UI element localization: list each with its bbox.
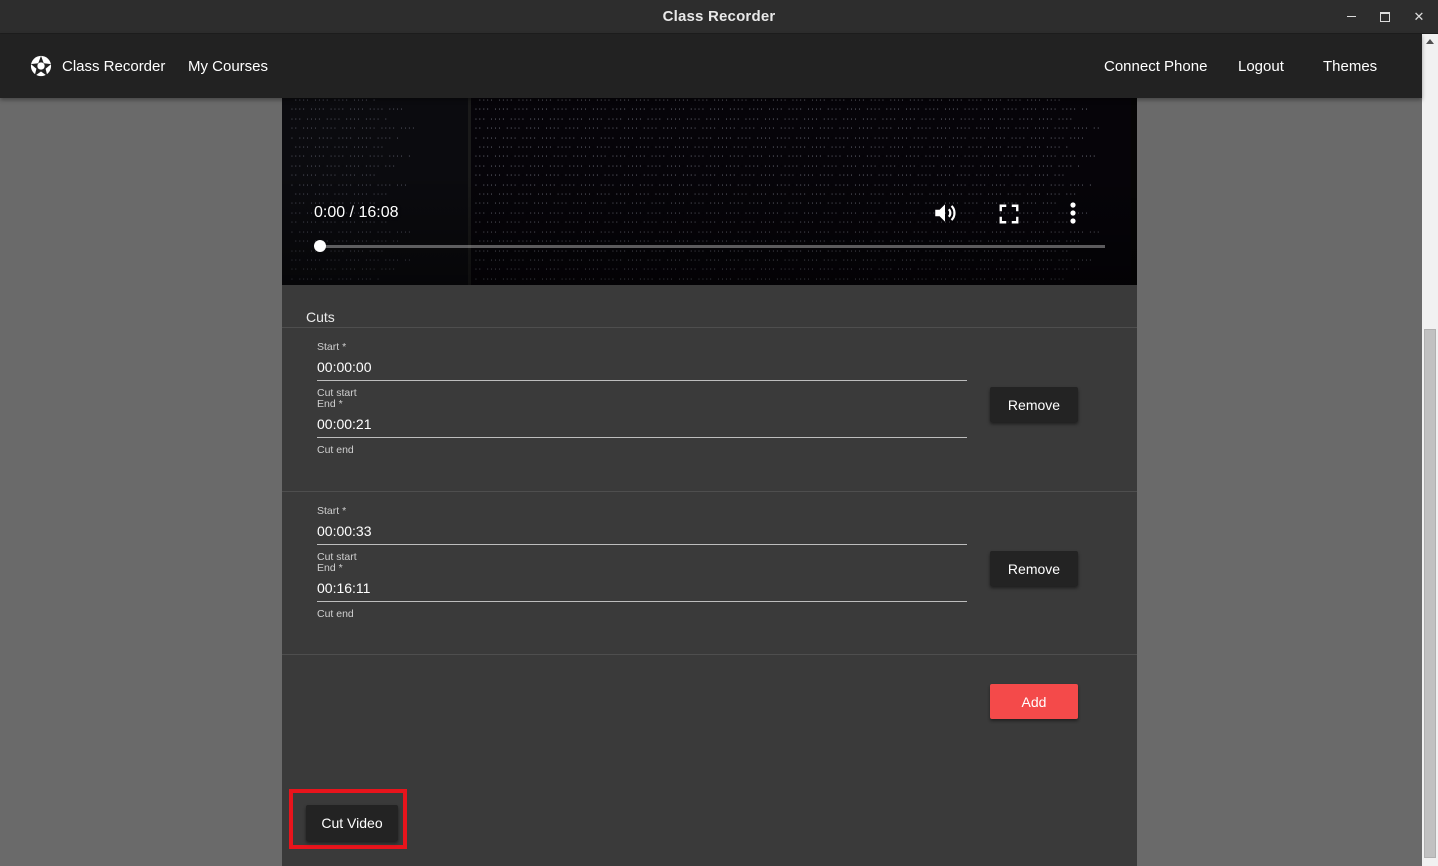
window-title: Class Recorder [662, 8, 776, 25]
scroll-thumb[interactable] [1424, 329, 1436, 858]
brand-label: Class Recorder [62, 57, 166, 75]
cut-end-underline [317, 437, 967, 438]
cut-end-underline [317, 601, 967, 602]
divider [282, 654, 1137, 655]
remove-cut-button[interactable]: Remove [990, 387, 1078, 422]
video-time: 0:00 / 16:08 [314, 204, 399, 221]
cut-start-input[interactable]: 00:00:00 [317, 359, 967, 379]
cut-end-label: End * [317, 398, 343, 410]
cut-video-button[interactable]: Cut Video [306, 805, 398, 841]
close-icon: ✕ [1413, 8, 1425, 24]
cut-end-input[interactable]: 00:16:11 [317, 580, 967, 600]
fullscreen-icon[interactable] [998, 203, 1020, 225]
window-titlebar: Class Recorder ✕ [0, 0, 1438, 34]
volume-icon[interactable] [932, 200, 958, 226]
app-bar: Class Recorder My Courses Connect Phone … [0, 34, 1422, 98]
cut-start-input[interactable]: 00:00:33 [317, 523, 967, 543]
cut-item: Start * 00:00:33 Cut start End * 00:16:1… [282, 492, 1137, 655]
cut-start-underline [317, 544, 967, 545]
nav-connect-phone-label: Connect Phone [1104, 57, 1208, 75]
maximize-button[interactable] [1368, 0, 1402, 33]
video-player[interactable]: ···· ···· ···· ···· · ···· ···· ···· ···… [282, 98, 1137, 285]
scroll-up-arrow-icon[interactable] [1422, 34, 1438, 48]
cut-end-field[interactable]: End * 00:16:11 Cut end [317, 562, 967, 620]
maximize-icon [1380, 11, 1390, 22]
nav-my-courses[interactable]: My Courses [188, 34, 268, 98]
minimize-button[interactable] [1334, 0, 1368, 33]
brand-link[interactable]: Class Recorder [30, 34, 165, 98]
cut-end-label: End * [317, 562, 343, 574]
cut-start-label: Start * [317, 341, 347, 353]
cut-start-label: Start * [317, 505, 347, 517]
video-progress-bar[interactable] [314, 240, 1105, 252]
close-button[interactable]: ✕ [1402, 0, 1436, 33]
video-progress-knob[interactable] [314, 240, 326, 252]
cuts-heading: Cuts [306, 309, 335, 325]
nav-themes[interactable]: Themes [1323, 34, 1377, 98]
nav-logout[interactable]: Logout [1238, 34, 1284, 98]
cut-end-field[interactable]: End * 00:00:21 Cut end [317, 398, 967, 456]
camera-shutter-icon [30, 55, 52, 77]
cut-start-underline [317, 380, 967, 381]
cut-end-hint: Cut end [317, 608, 354, 620]
cut-end-hint: Cut end [317, 444, 354, 456]
nav-connect-phone[interactable]: Connect Phone [1104, 34, 1207, 98]
video-edit-card: ···· ···· ···· ···· · ···· ···· ···· ···… [282, 98, 1137, 866]
cut-item: Start * 00:00:00 Cut start End * 00:00:2… [282, 328, 1137, 491]
cut-start-field[interactable]: Start * 00:00:33 Cut start [317, 505, 967, 563]
nav-my-courses-label: My Courses [188, 57, 269, 75]
more-vert-icon[interactable] [1066, 201, 1080, 225]
cut-start-field[interactable]: Start * 00:00:00 Cut start [317, 341, 967, 399]
cut-end-input[interactable]: 00:00:21 [317, 416, 967, 436]
video-controls-overlay [282, 98, 1137, 285]
add-cut-button[interactable]: Add [990, 684, 1078, 719]
nav-themes-label: Themes [1323, 57, 1378, 75]
page-scrollbar[interactable] [1422, 34, 1438, 866]
minimize-icon [1346, 16, 1356, 17]
nav-logout-label: Logout [1238, 57, 1284, 75]
remove-cut-button[interactable]: Remove [990, 551, 1078, 586]
